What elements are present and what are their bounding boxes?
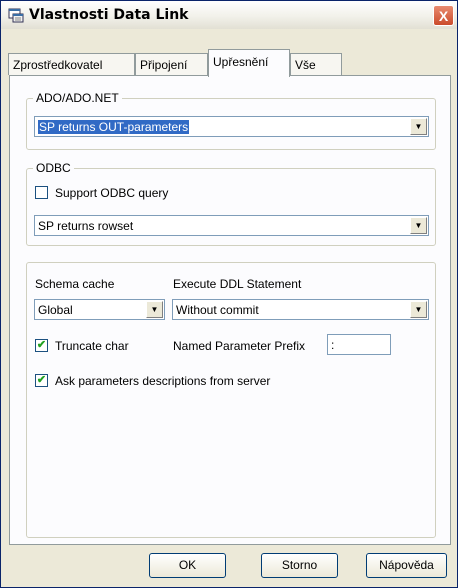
odbc-group-label: ODBC — [33, 161, 74, 175]
ado-group: ADO/ADO.NET SP returns OUT-parameters ▼ — [26, 91, 436, 150]
ask-params-label: Ask parameters descriptions from server — [55, 374, 271, 388]
truncate-char-checkbox[interactable]: ✔ — [35, 339, 48, 352]
check-icon: ✔ — [36, 339, 47, 351]
tab-label: Upřesnění — [213, 55, 269, 69]
tab-all[interactable]: Vše — [290, 53, 342, 75]
ado-sp-select-value: SP returns OUT-parameters — [38, 120, 190, 134]
ask-params-checkbox[interactable]: ✔ — [35, 374, 48, 387]
schema-cache-value: Global — [38, 303, 73, 317]
tab-advanced[interactable]: Upřesnění — [208, 49, 290, 77]
schema-cache-select[interactable]: Global ▼ — [34, 299, 165, 320]
help-button[interactable]: Nápověda — [366, 553, 447, 578]
title-bar[interactable]: Vlastnosti Data Link X — [1, 1, 457, 29]
chevron-down-icon[interactable]: ▼ — [410, 301, 427, 318]
tab-label: Zprostředkovatel — [13, 58, 103, 72]
check-icon: ✔ — [36, 374, 47, 386]
odbc-group: ODBC Support ODBC query SP returns rowse… — [26, 161, 436, 246]
ok-button[interactable]: OK — [149, 553, 226, 578]
tab-provider[interactable]: Zprostředkovatel — [8, 53, 135, 75]
window-title: Vlastnosti Data Link — [29, 7, 189, 23]
odbc-sp-select-value: SP returns rowset — [38, 219, 134, 233]
tab-label: Připojení — [140, 58, 188, 72]
options-group: Schema cache Execute DDL Statement Globa… — [26, 262, 436, 538]
support-odbc-query-label: Support ODBC query — [55, 186, 169, 200]
ado-sp-select[interactable]: SP returns OUT-parameters ▼ — [34, 116, 429, 137]
close-button[interactable]: X — [433, 5, 454, 26]
support-odbc-query-checkbox[interactable] — [35, 186, 48, 199]
chevron-down-icon[interactable]: ▼ — [410, 118, 427, 135]
cancel-button[interactable]: Storno — [261, 553, 338, 578]
close-icon: X — [438, 8, 449, 24]
ado-group-label: ADO/ADO.NET — [33, 91, 122, 105]
execute-ddl-label: Execute DDL Statement — [173, 277, 302, 291]
schema-cache-label: Schema cache — [35, 277, 115, 291]
dialog-window: Vlastnosti Data Link X Zprostředkovatel … — [0, 0, 458, 588]
chevron-down-icon[interactable]: ▼ — [146, 301, 163, 318]
data-link-icon — [8, 7, 24, 23]
tab-connection[interactable]: Připojení — [135, 53, 208, 75]
named-param-prefix-input[interactable]: : — [327, 334, 391, 355]
execute-ddl-value: Without commit — [176, 303, 259, 317]
tab-panel-advanced: ADO/ADO.NET SP returns OUT-parameters ▼ … — [9, 75, 451, 545]
tab-label: Vše — [295, 58, 316, 72]
execute-ddl-select[interactable]: Without commit ▼ — [172, 299, 429, 320]
odbc-sp-select[interactable]: SP returns rowset ▼ — [34, 215, 429, 236]
named-param-prefix-label: Named Parameter Prefix — [173, 339, 306, 353]
chevron-down-icon[interactable]: ▼ — [410, 217, 427, 234]
truncate-char-label: Truncate char — [55, 339, 129, 353]
